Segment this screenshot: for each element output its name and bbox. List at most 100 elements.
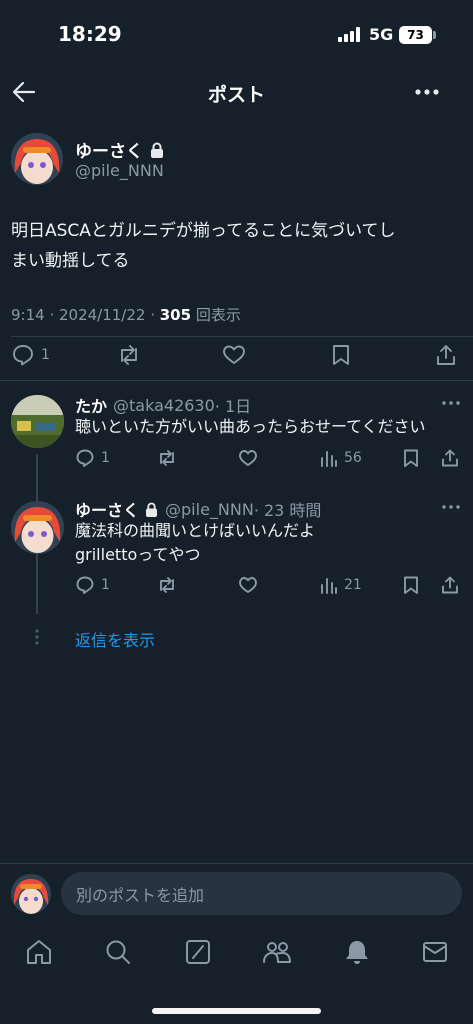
reply-author-handle[interactable]: @taka42630 [113,396,215,415]
status-bar: 18:29 5G 73 [0,0,473,70]
composer-placeholder: 別のポストを追加 [76,885,205,905]
nav-search[interactable] [104,938,132,966]
repost-icon [160,450,174,466]
post-views-label: 回表示 [191,306,241,324]
communities-icon [263,942,291,963]
divider [11,336,473,337]
nav-grok[interactable] [184,938,212,966]
bookmark-icon [404,449,418,467]
nav-notifications[interactable] [343,938,371,966]
more-options-button[interactable] [412,82,442,102]
views-button[interactable]: 21 [320,575,362,595]
network-label: 5G [369,25,394,44]
bookmark-button[interactable] [402,575,420,595]
bookmark-button[interactable] [402,448,420,468]
lock-icon [146,502,158,517]
reply-text-line: 魔法科の曲聞いとけばいいんだよ [75,521,316,540]
battery-level: 73 [407,28,424,42]
nav-messages[interactable] [421,938,449,966]
avatar-image [11,395,64,448]
reply-count: 1 [41,347,50,363]
reply-icon [13,345,33,366]
share-icon [437,345,455,365]
post-timestamp: 9:14 · 2024/11/22 · [11,306,160,324]
reply-header: たか @taka42630 · 1日 [75,393,251,417]
post-text: 明日ASCAとガルニデが揃ってることに気づいてし まい動揺してる [11,216,396,276]
analytics-icon [321,578,337,594]
show-replies-link[interactable]: 返信を表示 [75,627,155,651]
heart-icon [223,345,245,364]
reply-header: ゆーさく @pile_NNN · 23 時間 [75,497,321,521]
reply-author-name[interactable]: たか [75,393,107,417]
heart-icon [239,577,257,593]
share-button[interactable] [440,575,460,595]
composer-avatar [11,874,51,914]
like-button[interactable] [238,575,258,595]
reply-more-button[interactable] [441,398,461,408]
avatar-image [11,874,51,914]
bell-icon [346,941,368,964]
analytics-icon [321,451,337,467]
heart-icon [239,450,257,466]
post-author-handle[interactable]: @pile_NNN [75,161,164,180]
views-count: 56 [344,450,362,466]
avatar-image [11,501,64,554]
views-count: 21 [344,577,362,593]
divider [0,863,473,864]
post-author-row: ゆーさく [75,137,164,162]
reply-time: · 1日 [214,397,252,416]
reply-text-line: grillettoってやつ [75,545,201,564]
more-icon [442,401,460,405]
reply-author-name[interactable]: ゆーさく [75,497,139,521]
avatar[interactable] [11,133,63,185]
reply-composer-input[interactable]: 別のポストを追加 [61,872,462,915]
like-button[interactable] [238,448,258,468]
bookmark-icon [333,345,349,365]
reply-more-button[interactable] [441,502,461,512]
post-views-count[interactable]: 305 [160,306,191,324]
repost-button[interactable] [156,448,178,468]
lock-icon [151,142,163,158]
reply-text: 魔法科の曲聞いとけばいいんだよ grillettoってやつ [75,519,315,567]
reply-button[interactable]: 1 [11,343,50,367]
repost-icon [121,345,137,365]
bookmark-button[interactable] [330,343,352,367]
reply-avatar[interactable] [11,395,64,448]
grok-icon [186,940,210,964]
post-meta: 9:14 · 2024/11/22 · 305 回表示 [11,304,241,325]
reply-count: 1 [101,577,110,593]
nav-home[interactable] [25,938,53,966]
post-text-line: まい動揺してる [11,251,130,271]
divider [0,380,473,381]
repost-icon [160,577,174,593]
search-icon [106,940,130,964]
reply-author-handle[interactable]: @pile_NNN [165,500,254,519]
share-button[interactable] [434,343,458,367]
like-button[interactable] [222,343,246,367]
post-text-line: 明日ASCAとガルニデが揃ってることに気づいてし [11,221,396,241]
bookmark-icon [404,576,418,594]
reply-text: 聴いといた方がいい曲あったらおせーてください [75,417,426,436]
reply-button[interactable]: 1 [75,448,110,468]
more-icon [415,89,439,95]
repost-button[interactable] [156,575,178,595]
page-title: ポスト [207,84,265,106]
views-button[interactable]: 56 [320,448,362,468]
status-time: 18:29 [58,22,122,46]
home-icon [27,940,51,964]
avatar-image [11,133,63,185]
home-indicator [152,1008,321,1014]
reply-count: 1 [101,450,110,466]
signal-icon [338,27,362,42]
thread-dots-icon [34,628,40,646]
more-icon [442,505,460,509]
nav-communities[interactable] [262,938,292,966]
reply-avatar[interactable] [11,501,64,554]
share-button[interactable] [440,448,460,468]
reply-button[interactable]: 1 [75,575,110,595]
share-icon [442,576,458,594]
repost-button[interactable] [116,343,142,367]
bottom-nav [0,928,473,978]
reply-icon [76,449,94,467]
post-author-name[interactable]: ゆーさく [75,137,143,162]
